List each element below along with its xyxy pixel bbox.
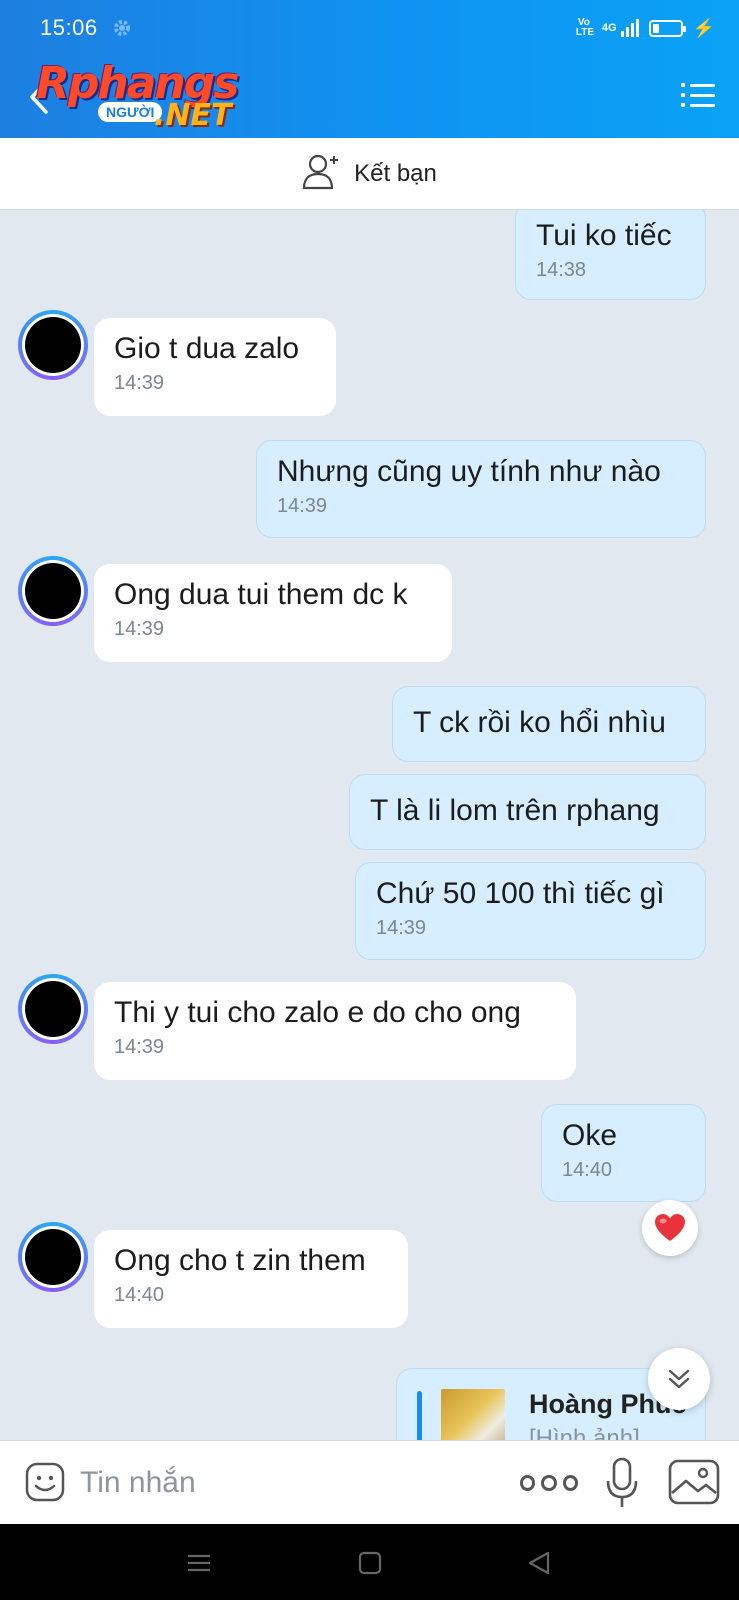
message-text: Thi y tui cho zalo e do cho ong bbox=[114, 996, 521, 1029]
message-bubble-outgoing[interactable]: Oke 14:40 bbox=[541, 1104, 706, 1202]
menu-list-icon[interactable] bbox=[681, 82, 715, 110]
contact-avatar[interactable] bbox=[18, 556, 88, 626]
message-bubble-incoming[interactable]: Gio t dua zalo 14:39 bbox=[94, 318, 336, 416]
message-text: T ck rồi ko hổi nhìu bbox=[413, 706, 666, 739]
home-icon[interactable] bbox=[355, 1548, 385, 1578]
message-time: 14:40 bbox=[562, 1159, 613, 1181]
contact-avatar[interactable] bbox=[18, 974, 88, 1044]
message-input[interactable] bbox=[80, 1461, 480, 1505]
logo-badge: NGƯỜI bbox=[98, 102, 163, 122]
message-composer bbox=[0, 1440, 739, 1524]
card-accent-bar bbox=[417, 1391, 422, 1440]
message-time: 14:40 bbox=[114, 1284, 165, 1306]
add-friend-button[interactable]: Kết bạn bbox=[0, 138, 739, 210]
chat-messages[interactable]: Tui ko tiếc 14:38 Gio t dua zalo 14:39 N… bbox=[0, 210, 739, 1440]
charging-bolt-icon: ⚡ bbox=[692, 17, 715, 38]
double-chevron-down-icon bbox=[668, 1369, 690, 1389]
message-time: 14:39 bbox=[114, 1036, 165, 1058]
more-options-icon[interactable] bbox=[520, 1471, 578, 1495]
status-indicators: Vo LTE 4G ⚡ bbox=[576, 18, 715, 39]
message-text: Chứ 50 100 thì tiếc gì bbox=[376, 877, 665, 910]
message-text: Ong cho t zin them bbox=[114, 1244, 366, 1277]
status-time: 15:06 bbox=[40, 15, 98, 40]
message-bubble-incoming[interactable]: Thi y tui cho zalo e do cho ong 14:39 bbox=[94, 982, 576, 1080]
heart-reaction-icon[interactable] bbox=[642, 1200, 698, 1256]
message-bubble-incoming[interactable]: Ong cho t zin them 14:40 bbox=[94, 1230, 408, 1328]
back-triangle-icon[interactable] bbox=[524, 1548, 554, 1578]
volte-icon: Vo LTE bbox=[575, 17, 595, 38]
network-4g-label: 4G bbox=[601, 22, 617, 34]
message-bubble-outgoing[interactable]: T là li lom trên rphang bbox=[349, 774, 706, 850]
message-bubble-outgoing[interactable]: Tui ko tiếc 14:38 bbox=[515, 210, 706, 300]
add-friend-label: Kết bạn bbox=[354, 159, 437, 187]
image-picker-icon[interactable] bbox=[668, 1459, 720, 1505]
scroll-to-bottom-button[interactable] bbox=[648, 1348, 710, 1410]
message-text: Oke bbox=[562, 1119, 618, 1152]
emoji-sticker-icon[interactable] bbox=[24, 1461, 66, 1503]
message-time: 14:39 bbox=[114, 618, 165, 640]
message-bubble-incoming[interactable]: Ong dua tui them dc k 14:39 bbox=[94, 564, 452, 662]
message-text: Gio t dua zalo bbox=[114, 332, 300, 365]
message-text: Ong dua tui them dc k bbox=[114, 578, 408, 611]
card-thumbnail bbox=[441, 1389, 505, 1440]
message-time: 14:39 bbox=[114, 372, 165, 394]
signal-strength-icon bbox=[620, 19, 639, 37]
recent-apps-icon[interactable] bbox=[184, 1548, 214, 1578]
logo-suffix: .NET bbox=[154, 98, 232, 133]
site-logo: Rphangs NGƯỜI .NET bbox=[36, 58, 266, 138]
add-friend-icon bbox=[302, 152, 342, 195]
message-text: T là li lom trên rphang bbox=[370, 794, 660, 827]
contact-avatar[interactable] bbox=[18, 1222, 88, 1292]
microphone-icon[interactable] bbox=[604, 1457, 640, 1509]
title-bar: Rphangs NGƯỜI .NET bbox=[0, 56, 739, 138]
status-bar: 15:06 Vo LTE 4G ⚡ bbox=[0, 0, 739, 56]
message-bubble-outgoing[interactable]: Chứ 50 100 thì tiếc gì 14:39 bbox=[355, 862, 706, 960]
system-navigation-bar bbox=[0, 1524, 739, 1600]
message-text: Nhưng cũng uy tính như nào bbox=[277, 455, 661, 488]
battery-icon bbox=[648, 19, 686, 37]
card-subtitle: [Hình ảnh] bbox=[529, 1425, 640, 1440]
message-bubble-outgoing[interactable]: Nhưng cũng uy tính như nào 14:39 bbox=[256, 440, 706, 538]
message-time: 14:39 bbox=[376, 917, 427, 939]
contact-avatar[interactable] bbox=[18, 310, 88, 380]
message-bubble-outgoing[interactable]: T ck rồi ko hổi nhìu bbox=[392, 686, 706, 762]
message-time: 14:38 bbox=[536, 259, 587, 281]
message-time: 14:39 bbox=[277, 495, 328, 517]
settings-gear-icon bbox=[112, 18, 132, 38]
message-text: Tui ko tiếc bbox=[536, 219, 672, 252]
